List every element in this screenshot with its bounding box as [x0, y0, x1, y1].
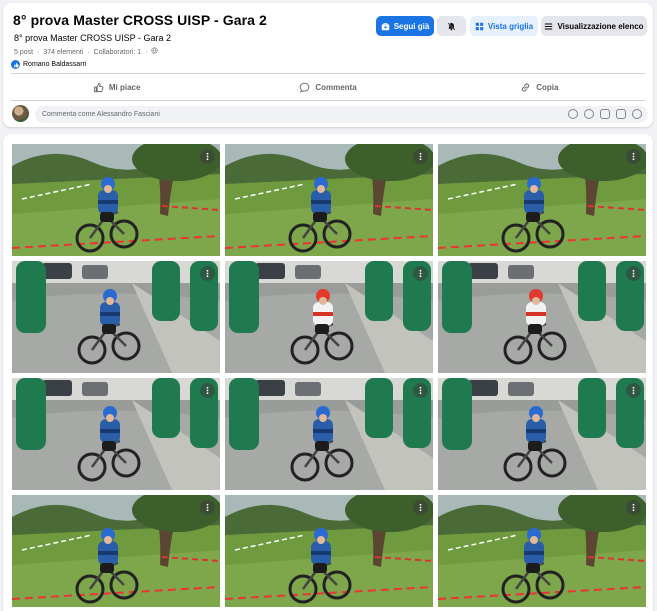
- more-options-icon[interactable]: [626, 149, 641, 164]
- cyclist-photo: [438, 144, 646, 256]
- photo-thumbnail[interactable]: [438, 261, 646, 373]
- contributor[interactable]: Romano Baldassarri: [11, 60, 86, 69]
- cyclist-photo: [225, 495, 433, 607]
- collaborators[interactable]: Collaboratori: 1: [94, 49, 141, 56]
- photo-thumbnail[interactable]: [438, 378, 646, 490]
- photo-thumbnail[interactable]: [438, 495, 646, 607]
- link-icon: [522, 83, 530, 91]
- cyclist-photo: [12, 144, 220, 256]
- photo-thumbnail[interactable]: [225, 378, 433, 490]
- divider: [11, 73, 645, 74]
- contributor-name: Romano Baldassarri: [23, 61, 87, 68]
- more-options-icon[interactable]: [200, 383, 215, 398]
- grid-view-button[interactable]: Vista griglia: [470, 16, 538, 36]
- more-options-icon[interactable]: [413, 383, 428, 398]
- follow-button[interactable]: Segui già: [376, 16, 434, 36]
- album-header: 8° prova Master CROSS UISP - Gara 2 8° p…: [3, 3, 653, 127]
- comment-button[interactable]: Commenta: [222, 76, 433, 98]
- more-options-icon[interactable]: [200, 149, 215, 164]
- camera-icon[interactable]: [600, 109, 610, 119]
- cyclist-photo: [225, 261, 433, 373]
- globe-icon: [151, 47, 159, 56]
- photo-thumbnail[interactable]: [12, 495, 220, 607]
- copy-button[interactable]: Copia: [434, 76, 645, 98]
- avatar-sticker-icon[interactable]: [568, 109, 578, 119]
- thumbs-up-icon: [93, 82, 104, 92]
- comment-input[interactable]: Commenta come Alessandro Fasciani: [35, 106, 648, 123]
- photo-thumbnail[interactable]: [12, 261, 220, 373]
- more-options-icon[interactable]: [200, 266, 215, 281]
- comment-icon: [300, 82, 310, 93]
- photo-thumbnail[interactable]: [225, 495, 433, 607]
- grid-icon: [475, 22, 484, 30]
- cyclist-photo: [225, 144, 433, 256]
- list-view-button[interactable]: Visualizzazione elenco: [541, 16, 647, 36]
- post-count[interactable]: 5 post: [14, 49, 33, 56]
- notifications-button[interactable]: [437, 16, 466, 36]
- more-options-icon[interactable]: [413, 266, 428, 281]
- album-title: 8° prova Master CROSS UISP - Gara 2: [13, 12, 267, 28]
- album-meta: 5 post · 374 elementi · Collaboratori: 1…: [14, 47, 160, 56]
- like-button[interactable]: Mi piace: [11, 76, 222, 98]
- photo-thumbnail[interactable]: [438, 144, 646, 256]
- cyclist-photo: [12, 495, 220, 607]
- cyclist-photo: [225, 378, 433, 490]
- cyclist-photo: [438, 378, 646, 490]
- more-options-icon[interactable]: [200, 500, 215, 515]
- photo-thumbnail[interactable]: [225, 261, 433, 373]
- photo-grid: [3, 134, 653, 611]
- more-options-icon[interactable]: [626, 500, 641, 515]
- more-options-icon[interactable]: [413, 149, 428, 164]
- list-icon: [545, 23, 553, 29]
- follow-icon: [381, 22, 389, 30]
- photo-thumbnail[interactable]: [12, 144, 220, 256]
- thumbs-up-icon: [11, 60, 20, 69]
- photo-thumbnail[interactable]: [12, 378, 220, 490]
- comment-placeholder: Commenta come Alessandro Fasciani: [42, 111, 160, 118]
- avatar[interactable]: [12, 105, 29, 122]
- emoji-icon[interactable]: [584, 109, 594, 119]
- cyclist-photo: [12, 378, 220, 490]
- cyclist-photo: [438, 495, 646, 607]
- more-options-icon[interactable]: [626, 383, 641, 398]
- sticker-icon[interactable]: [632, 109, 642, 119]
- item-count: 374 elementi: [43, 49, 84, 56]
- more-options-icon[interactable]: [413, 500, 428, 515]
- comment-tools: [568, 109, 642, 119]
- cyclist-photo: [438, 261, 646, 373]
- bell-off-icon: [447, 22, 456, 30]
- photo-thumbnail[interactable]: [225, 144, 433, 256]
- action-bar: Mi piace Commenta Copia: [11, 76, 645, 98]
- more-options-icon[interactable]: [626, 266, 641, 281]
- divider: [11, 100, 645, 101]
- album-description: 8° prova Master CROSS UISP - Gara 2: [14, 33, 171, 43]
- gif-icon[interactable]: [616, 109, 626, 119]
- cyclist-photo: [12, 261, 220, 373]
